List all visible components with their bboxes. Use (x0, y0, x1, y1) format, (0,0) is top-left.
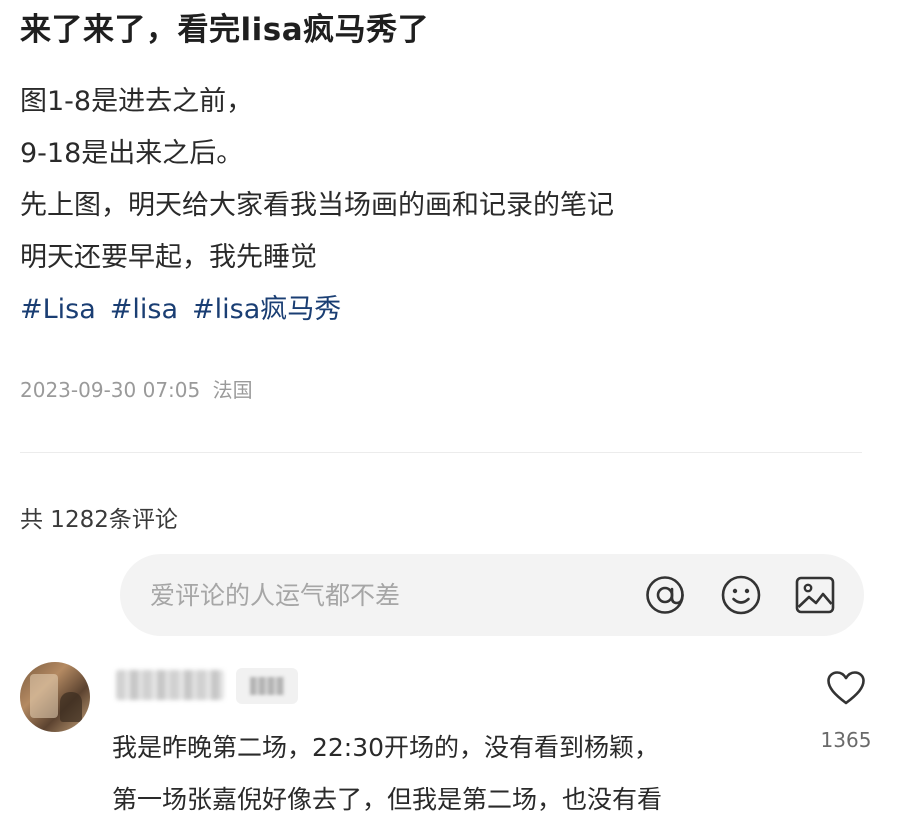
post-body-line: 先上图，明天给大家看我当场画的画和记录的笔记 (20, 190, 614, 221)
hashtag-list: #Lisa #lisa #lisa疯马秀 (20, 284, 355, 336)
comment-text: 我是昨晚第二场，22:30开场的，没有看到杨颖， 第一场张嘉倪好像去了，但我是第… (112, 722, 662, 826)
post-title: 来了来了，看完lisa疯马秀了 (20, 12, 430, 48)
hashtag-link[interactable]: #Lisa (20, 294, 96, 325)
image-icon[interactable] (794, 574, 836, 616)
heart-icon[interactable] (826, 670, 866, 706)
username-blurred[interactable] (116, 670, 224, 700)
user-badge-text-blurred (250, 677, 284, 695)
comment-input-bar (120, 554, 864, 636)
comment-input[interactable] (150, 554, 620, 636)
emoji-icon[interactable] (720, 574, 762, 616)
avatar-image-detail (60, 692, 82, 722)
post-body: 图1-8是进去之前， 9-18是出来之后。 先上图，明天给大家看我当场画的画和记… (20, 76, 614, 284)
avatar[interactable] (20, 662, 90, 732)
comment-count: 共 1282条评论 (20, 507, 178, 533)
post-body-line: 图1-8是进去之前， (20, 86, 254, 117)
post-body-line: 明天还要早起，我先睡觉 (20, 242, 317, 273)
user-badge-blurred (236, 668, 298, 704)
post-meta: 2023-09-30 07:05 法国 (20, 374, 253, 403)
section-divider (20, 452, 862, 453)
like-count: 1365 (820, 728, 872, 752)
avatar-image-detail (30, 674, 58, 718)
post-location: 法国 (212, 378, 253, 402)
hashtag-link[interactable]: #lisa疯马秀 (192, 294, 341, 325)
post-body-line: 9-18是出来之后。 (20, 138, 244, 169)
comment-text-line: 我是昨晚第二场，22:30开场的，没有看到杨颖， (112, 733, 660, 762)
hashtag-link[interactable]: #lisa (110, 294, 178, 325)
post-timestamp: 2023-09-30 07:05 (20, 378, 201, 402)
at-icon[interactable] (644, 574, 686, 616)
like-button[interactable]: 1365 (814, 670, 878, 752)
comment-text-line: 第一场张嘉倪好像去了，但我是第二场，也没有看 (112, 785, 663, 814)
